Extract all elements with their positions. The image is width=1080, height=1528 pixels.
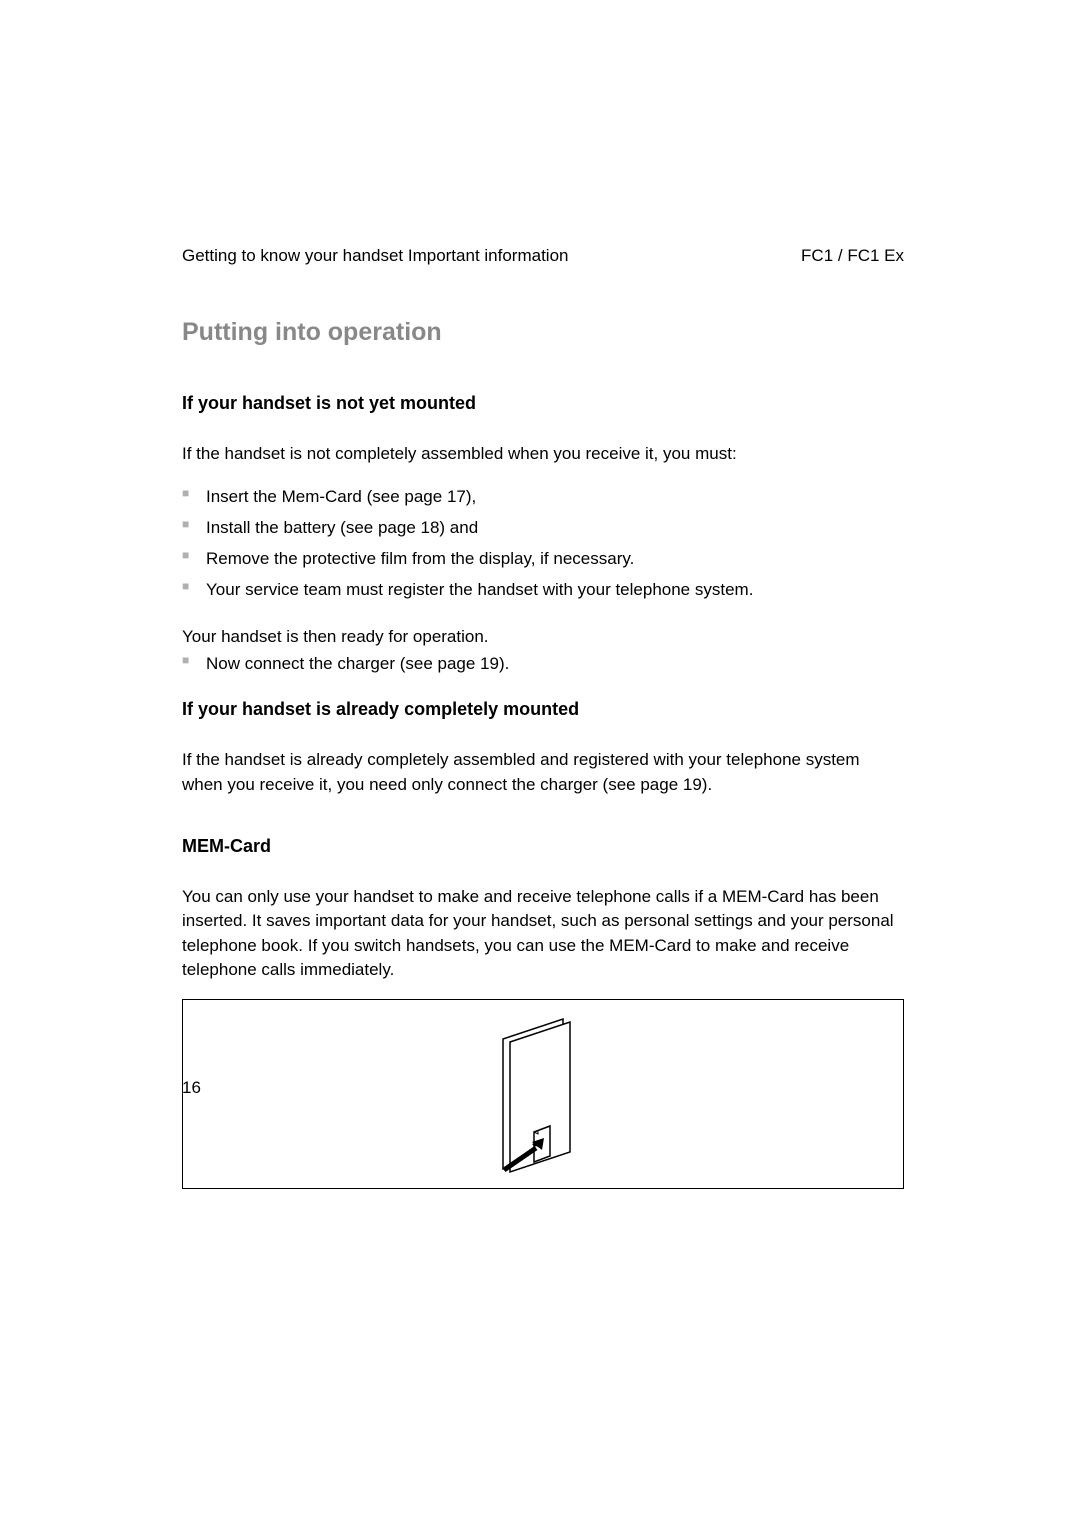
section-heading-already-mounted: If your handset is already completely mo… [182, 699, 904, 720]
list-item: Remove the protective film from the disp… [182, 545, 904, 572]
body-already-mounted: If the handset is already completely ass… [182, 748, 904, 797]
section-heading-not-mounted: If your handset is not yet mounted [182, 393, 904, 414]
list-item: Insert the Mem-Card (see page 17), [182, 483, 904, 510]
header-left-text: Getting to know your handset Important i… [182, 246, 568, 266]
page-number: 16 [182, 1078, 201, 1098]
header-right-text: FC1 / FC1 Ex [801, 246, 904, 266]
section-heading-mem-card: MEM-Card [182, 836, 904, 857]
intro-text-not-mounted: If the handset is not completely assembl… [182, 442, 904, 467]
list-item: Now connect the charger (see page 19). [182, 650, 904, 677]
bullet-list-ready: Now connect the charger (see page 19). [182, 650, 904, 677]
page-header: Getting to know your handset Important i… [182, 246, 904, 266]
ready-text: Your handset is then ready for operation… [182, 625, 904, 650]
mem-card-figure [182, 999, 904, 1189]
page-content: Getting to know your handset Important i… [0, 0, 1080, 1189]
list-item: Install the battery (see page 18) and [182, 514, 904, 541]
bullet-list-not-mounted: Insert the Mem-Card (see page 17), Insta… [182, 483, 904, 604]
list-item: Your service team must register the hand… [182, 576, 904, 603]
body-mem-card: You can only use your handset to make an… [182, 885, 904, 984]
main-heading: Putting into operation [182, 318, 904, 347]
mem-card-icon [488, 1014, 598, 1174]
